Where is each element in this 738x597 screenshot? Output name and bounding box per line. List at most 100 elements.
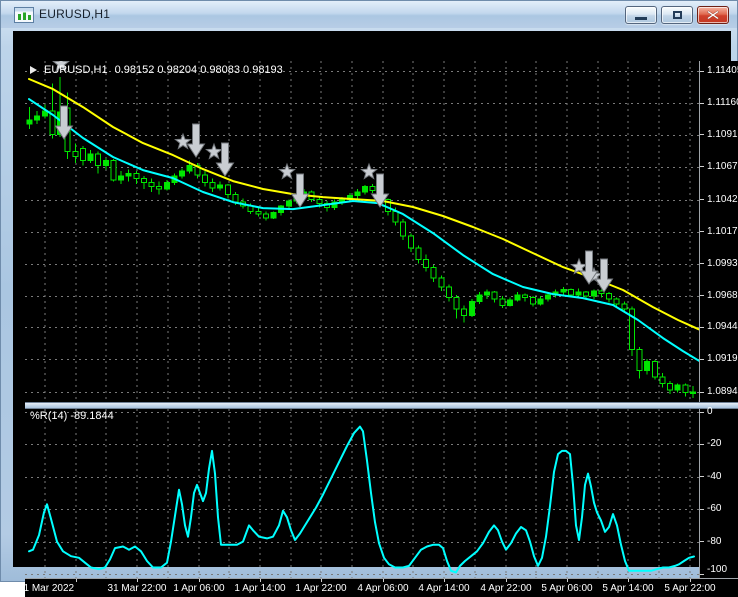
candle xyxy=(217,181,224,191)
axis-tick xyxy=(700,70,704,72)
candle xyxy=(453,294,460,319)
time-tick-label: 31 Mar 22:00 xyxy=(107,583,167,594)
close-button[interactable] xyxy=(697,6,729,24)
wpr-tick-label: 0 xyxy=(707,406,713,417)
candle xyxy=(34,110,41,124)
signal-star-icon xyxy=(360,162,378,180)
candle xyxy=(438,275,445,291)
main-price-panel[interactable] xyxy=(25,61,699,402)
price-tick-label: 1.09930 xyxy=(707,257,738,269)
candles-layer xyxy=(26,76,696,398)
wpr-tick-label: -20 xyxy=(707,438,722,450)
axis-tick xyxy=(700,411,704,413)
window-title: EURUSD,H1 xyxy=(39,7,111,21)
candle xyxy=(445,284,452,302)
wpr-tick-label: -60 xyxy=(707,503,722,515)
candle xyxy=(628,306,635,357)
candle xyxy=(140,176,147,190)
wpr-tick-label: -40 xyxy=(707,470,722,482)
candle xyxy=(644,358,651,375)
legend-triangle-icon xyxy=(30,66,37,74)
restore-icon xyxy=(672,11,682,19)
time-tick-label: 1 Apr 14:00 xyxy=(234,583,286,594)
candle xyxy=(651,360,658,380)
candle xyxy=(491,290,498,303)
signal-star-icon xyxy=(174,132,192,150)
candle xyxy=(400,219,407,241)
candle xyxy=(179,168,185,179)
candle xyxy=(430,264,437,282)
candle xyxy=(476,292,483,304)
candle xyxy=(362,185,368,195)
candle xyxy=(514,292,521,302)
terminal-window: EURUSD,H1 EURUSD,H1 0.98152 0.98204 0.98… xyxy=(0,0,738,597)
axis-tick xyxy=(700,541,704,543)
minimize-button[interactable] xyxy=(625,6,657,24)
candle xyxy=(415,245,422,264)
candle xyxy=(133,170,140,184)
title-bar[interactable]: EURUSD,H1 xyxy=(1,1,737,28)
time-tick-label: 1 Apr 06:00 xyxy=(173,583,225,594)
price-tick-label: 1.09195 xyxy=(707,353,738,365)
candle xyxy=(537,296,544,306)
axis-tick xyxy=(700,102,704,104)
close-icon xyxy=(707,10,719,20)
axis-tick xyxy=(700,231,704,233)
candle xyxy=(148,178,155,192)
candle xyxy=(461,305,468,323)
time-axis[interactable]: 31 Mar 2022 31 Mar 22:00 1 Apr 06:00 1 Apr … xyxy=(18,578,738,597)
main-grid xyxy=(25,61,699,402)
candle xyxy=(125,169,132,182)
wpr-axis[interactable]: 0 -20 -40 -60 -80 -100 xyxy=(699,406,738,578)
wpr-grid xyxy=(25,409,699,578)
axis-tick xyxy=(700,573,704,575)
candle xyxy=(484,289,490,299)
candle xyxy=(278,204,285,216)
candle xyxy=(545,293,551,302)
price-tick-label: 1.09685 xyxy=(707,289,738,301)
axis-tick xyxy=(700,443,704,445)
candle xyxy=(423,254,429,272)
candle xyxy=(529,296,536,307)
indicator-label: %R(14) -89.1844 xyxy=(30,410,114,422)
window-controls xyxy=(625,6,729,24)
candle xyxy=(560,287,567,295)
price-axis[interactable]: 1.11405 1.11160 1.10915 1.10670 1.10420 1.101… xyxy=(699,61,738,402)
candle xyxy=(79,146,86,166)
axis-tick xyxy=(700,476,704,478)
restore-button[interactable] xyxy=(661,6,693,24)
signal-star-icon xyxy=(278,162,296,180)
wpr-indicator-panel[interactable] xyxy=(25,409,699,578)
price-tick-label: 1.11405 xyxy=(707,65,738,77)
candle xyxy=(72,143,79,164)
candle xyxy=(209,178,216,192)
legend-ohlc: 0.98152 0.98204 0.98083 0.98193 xyxy=(114,64,283,76)
candle xyxy=(522,293,529,302)
panel-splitter[interactable] xyxy=(25,402,738,409)
legend-symbol: EURUSD,H1 xyxy=(44,64,108,76)
time-tick-label: 4 Apr 14:00 xyxy=(418,583,470,594)
candle xyxy=(506,297,513,307)
candle xyxy=(331,199,338,211)
time-tick-label: 5 Apr 06:00 xyxy=(541,583,593,594)
price-tick-label: 1.10670 xyxy=(707,160,738,172)
candle xyxy=(369,183,376,194)
candle xyxy=(674,383,681,393)
chart-legend: EURUSD,H1 0.98152 0.98204 0.98083 0.9819… xyxy=(30,64,283,76)
minimize-icon xyxy=(635,17,647,20)
candle xyxy=(201,170,208,187)
candle xyxy=(156,181,163,195)
axis-tick xyxy=(700,263,704,265)
price-tick-label: 1.10420 xyxy=(707,193,738,205)
axis-tick xyxy=(700,391,704,393)
candle xyxy=(407,233,414,252)
candle xyxy=(606,292,612,303)
wpr-tick-label: -80 xyxy=(707,535,722,547)
price-tick-label: 1.09440 xyxy=(707,321,738,333)
sell-arrow-icon xyxy=(290,173,310,208)
axis-tick xyxy=(700,166,704,168)
candle xyxy=(659,373,666,388)
sell-arrow-icon xyxy=(215,142,235,177)
axis-tick xyxy=(700,508,704,510)
time-tick-label: 5 Apr 14:00 xyxy=(602,583,654,594)
